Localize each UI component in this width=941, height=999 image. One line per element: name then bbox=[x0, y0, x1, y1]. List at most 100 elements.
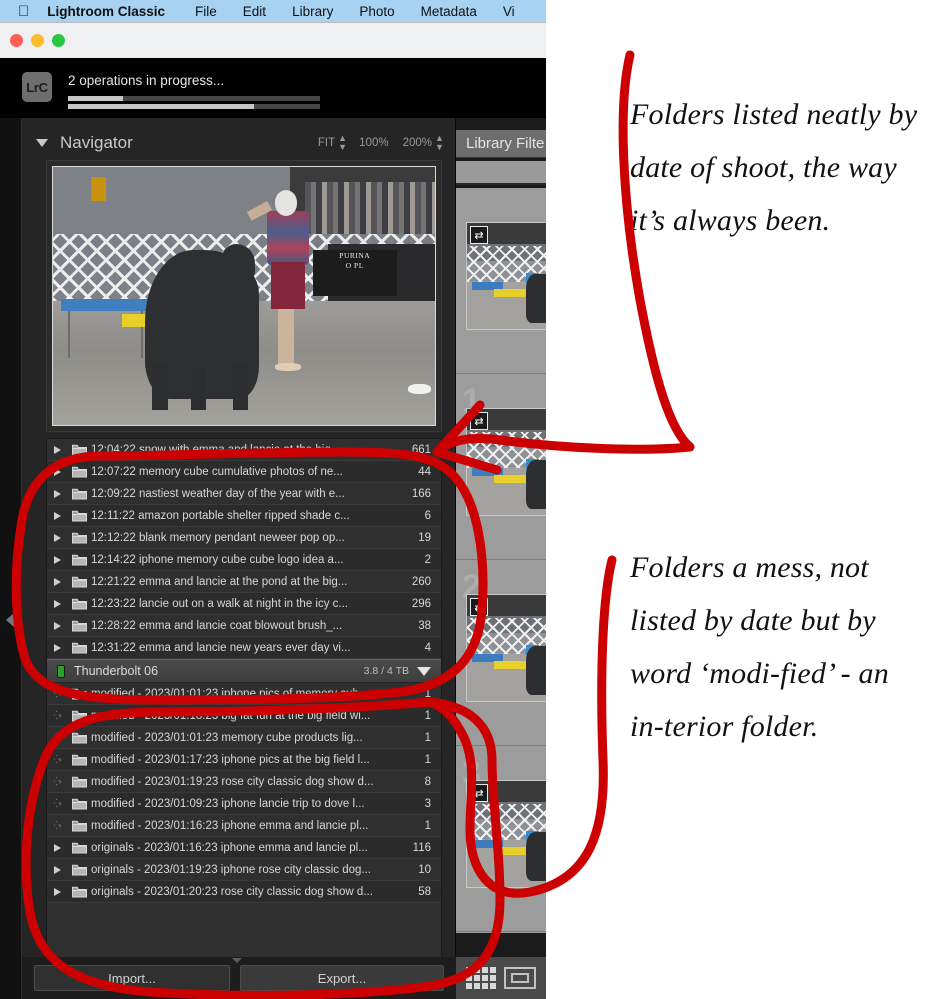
table-row[interactable]: 12:07:22 memory cube cumulative photos o… bbox=[47, 461, 441, 483]
row-disclosure[interactable] bbox=[47, 511, 67, 520]
zoom-button[interactable] bbox=[52, 34, 65, 47]
table-row[interactable]: ⁛› modified - 2023/01:18:23 big fat fun a… bbox=[47, 705, 441, 727]
folder-icon bbox=[67, 510, 91, 522]
disclosure-triangle-icon[interactable] bbox=[53, 533, 61, 542]
folder-icon bbox=[67, 466, 91, 478]
sync-status-icon[interactable]: ⇄ bbox=[470, 784, 488, 802]
row-disclosure[interactable] bbox=[47, 445, 67, 454]
row-disclosure[interactable] bbox=[47, 555, 67, 564]
table-row[interactable]: originals - 2023/01:20:23 rose city clas… bbox=[47, 881, 441, 903]
table-row[interactable]: ⁛› modified - 2023/01:01:23 memory cube p… bbox=[47, 727, 441, 749]
table-row[interactable]: 12:09:22 nastiest weather day of the yea… bbox=[47, 483, 441, 505]
minimize-button[interactable] bbox=[31, 34, 44, 47]
disclosure-triangle-icon[interactable] bbox=[53, 843, 61, 852]
table-row[interactable]: 12:12:22 blank memory pendant neweer pop… bbox=[47, 527, 441, 549]
table-row[interactable]: originals - 2023/01:19:23 iphone rose ci… bbox=[47, 859, 441, 881]
grid-cell[interactable]: 1 ⇄ bbox=[456, 374, 546, 560]
zoom-200-stepper-icon[interactable]: ▲ ▼ bbox=[435, 134, 444, 152]
row-disclosure[interactable]: ⁛› bbox=[47, 777, 67, 786]
chevron-down-icon[interactable] bbox=[36, 139, 48, 147]
loupe-view-icon[interactable] bbox=[504, 967, 536, 989]
disclosure-triangle-icon[interactable] bbox=[53, 555, 61, 564]
grid-cell[interactable]: 2 ⇄ bbox=[456, 560, 546, 746]
grid-view[interactable]: ⇄ 1 ⇄ 2 ⇄ 3 ⇄ bbox=[456, 188, 546, 933]
row-disclosure[interactable]: ⁛› bbox=[47, 711, 67, 720]
menu-item-view[interactable]: Vi bbox=[503, 4, 515, 19]
table-row[interactable]: 12:21:22 emma and lancie at the pond at … bbox=[47, 571, 441, 593]
zoom-fit-stepper-icon[interactable]: ▲ ▼ bbox=[338, 134, 347, 152]
menu-item-file[interactable]: File bbox=[195, 4, 217, 19]
disclosure-triangle-icon[interactable] bbox=[53, 467, 61, 476]
grid-cell[interactable]: 3 ⇄ bbox=[456, 746, 546, 932]
folder-icon bbox=[67, 444, 91, 456]
menu-item-metadata[interactable]: Metadata bbox=[421, 4, 477, 19]
zoom-200-button[interactable]: 200% ▲ ▼ bbox=[403, 134, 444, 152]
library-filter-bar[interactable]: Library Filte bbox=[456, 130, 546, 158]
volume-row-thunderbolt-06[interactable]: Thunderbolt 06 3.8 / 4 TB bbox=[47, 659, 441, 683]
table-row[interactable]: ⁛› modified - 2023/01:17:23 iphone pics a… bbox=[47, 749, 441, 771]
zoom-100-button[interactable]: 100% bbox=[359, 137, 388, 149]
row-disclosure[interactable] bbox=[47, 843, 67, 852]
menu-item-photo[interactable]: Photo bbox=[359, 4, 394, 19]
collapse-left-triangle-icon[interactable] bbox=[6, 613, 14, 627]
zoom-fit-button[interactable]: FIT ▲ ▼ bbox=[318, 134, 347, 152]
disclosure-triangle-icon[interactable] bbox=[53, 865, 61, 874]
menu-item-edit[interactable]: Edit bbox=[243, 4, 266, 19]
left-panel-collapse-strip[interactable] bbox=[0, 118, 22, 999]
disclosure-triangle-icon[interactable] bbox=[53, 511, 61, 520]
import-button[interactable]: Import... bbox=[34, 965, 230, 991]
table-row[interactable]: 12:14:22 iphone memory cube cube logo id… bbox=[47, 549, 441, 571]
disclosure-triangle-icon[interactable] bbox=[53, 599, 61, 608]
menu-item-app[interactable]: Lightroom Classic bbox=[47, 4, 165, 19]
table-row[interactable]: ⁛› modified - 2023/01:16:23 iphone emma a… bbox=[47, 815, 441, 837]
row-disclosure[interactable]: ⁛› bbox=[47, 799, 67, 808]
volume-collapse-triangle-icon[interactable] bbox=[417, 666, 431, 676]
row-disclosure[interactable] bbox=[47, 643, 67, 652]
library-filter-subbar[interactable] bbox=[456, 161, 546, 185]
table-row[interactable]: ⁛› modified - 2023/01:09:23 iphone lancie… bbox=[47, 793, 441, 815]
grid-cell[interactable]: ⇄ bbox=[456, 188, 546, 374]
row-disclosure[interactable]: ⁛› bbox=[47, 689, 67, 698]
folder-photo-count: 1 bbox=[424, 709, 431, 722]
row-disclosure[interactable] bbox=[47, 489, 67, 498]
table-row[interactable]: 12:31:22 emma and lancie new years ever … bbox=[47, 637, 441, 659]
table-row[interactable]: 12:28:22 emma and lancie coat blowout br… bbox=[47, 615, 441, 637]
export-button[interactable]: Export... bbox=[240, 965, 444, 991]
sync-status-icon[interactable]: ⇄ bbox=[470, 598, 488, 616]
disclosure-triangle-icon[interactable] bbox=[53, 643, 61, 652]
macos-menu-bar:  Lightroom Classic File Edit Library Ph… bbox=[0, 0, 553, 22]
disclosure-triangle-icon[interactable] bbox=[53, 489, 61, 498]
row-disclosure[interactable] bbox=[47, 887, 67, 896]
row-disclosure[interactable]: ⁛› bbox=[47, 755, 67, 764]
sync-status-icon[interactable]: ⇄ bbox=[470, 226, 488, 244]
table-row[interactable]: 12:11:22 amazon portable shelter ripped … bbox=[47, 505, 441, 527]
table-row[interactable]: ⁛› modified - 2023/01:19:23 rose city cla… bbox=[47, 771, 441, 793]
row-disclosure[interactable] bbox=[47, 467, 67, 476]
apple-logo-icon[interactable]:  bbox=[18, 4, 29, 19]
table-row[interactable]: originals - 2023/01:16:23 iphone emma an… bbox=[47, 837, 441, 859]
row-disclosure[interactable] bbox=[47, 621, 67, 630]
row-disclosure[interactable] bbox=[47, 577, 67, 586]
close-button[interactable] bbox=[10, 34, 23, 47]
progress-bar-2 bbox=[68, 104, 320, 109]
folders-list[interactable]: 12:04:22 snow with emma and lancie at th… bbox=[46, 438, 442, 978]
disclosure-triangle-icon[interactable] bbox=[53, 621, 61, 630]
menu-item-library[interactable]: Library bbox=[292, 4, 333, 19]
table-row[interactable]: 12:23:22 lancie out on a walk at night i… bbox=[47, 593, 441, 615]
table-row[interactable]: ⁛› modified - 2023/01:01:23 iphone pics o… bbox=[47, 683, 441, 705]
disclosure-triangle-icon[interactable] bbox=[53, 887, 61, 896]
row-disclosure[interactable] bbox=[47, 533, 67, 542]
row-disclosure[interactable] bbox=[47, 599, 67, 608]
folder-icon bbox=[67, 798, 91, 810]
grid-view-icon[interactable] bbox=[466, 967, 496, 989]
navigator-preview[interactable]: PURINA O PL bbox=[46, 160, 442, 432]
panel-resize-caret-icon[interactable] bbox=[232, 958, 242, 963]
row-disclosure[interactable] bbox=[47, 865, 67, 874]
sync-status-icon[interactable]: ⇄ bbox=[470, 412, 488, 430]
row-disclosure[interactable]: ⁛› bbox=[47, 821, 67, 830]
table-row[interactable]: 12:04:22 snow with emma and lancie at th… bbox=[47, 439, 441, 461]
navigator-header[interactable]: Navigator FIT ▲ ▼ 100% 200% ▲ ▼ bbox=[22, 128, 456, 158]
disclosure-triangle-icon[interactable] bbox=[53, 577, 61, 586]
disclosure-triangle-icon[interactable] bbox=[53, 445, 61, 454]
row-disclosure[interactable]: ⁛› bbox=[47, 733, 67, 742]
